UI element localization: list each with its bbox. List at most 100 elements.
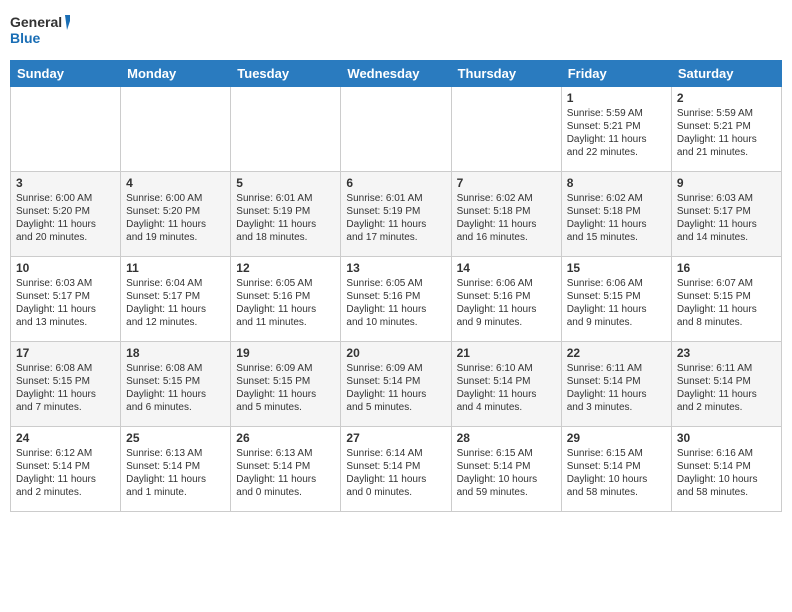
calendar-cell: 28Sunrise: 6:15 AMSunset: 5:14 PMDayligh… xyxy=(451,427,561,512)
day-number: 29 xyxy=(567,431,666,445)
day-info: Daylight: 10 hours and 58 minutes. xyxy=(567,473,666,499)
day-number: 12 xyxy=(236,261,335,275)
day-number: 24 xyxy=(16,431,115,445)
calendar-cell: 24Sunrise: 6:12 AMSunset: 5:14 PMDayligh… xyxy=(11,427,121,512)
calendar-week-row: 17 Sunrise: 6:08 AM Sunset: 5:15 PM Dayligh… xyxy=(11,342,782,427)
calendar-header-row: SundayMondayTuesdayWednesdayThursdayFrid… xyxy=(11,61,782,87)
day-number: 27 xyxy=(346,431,445,445)
day-info: Daylight: 11 hours and 20 minutes. xyxy=(16,218,115,244)
day-info: Sunset: 5:18 PM xyxy=(567,205,666,218)
day-info: Daylight: 11 hours and 2 minutes. xyxy=(677,388,776,414)
day-info: Daylight: 11 hours and 11 minutes. xyxy=(236,303,335,329)
day-info: Sunrise: 6:05 AM xyxy=(236,277,335,290)
day-info: Sunrise: 6:06 AM xyxy=(457,277,556,290)
day-info: Daylight: 11 hours and 21 minutes. xyxy=(677,133,776,159)
page-header: General Blue xyxy=(10,10,782,50)
calendar-cell: 12Sunrise: 6:05 AMSunset: 5:16 PMDayligh… xyxy=(231,257,341,342)
day-number: 1 xyxy=(567,91,666,105)
day-number: 7 xyxy=(457,176,556,190)
calendar-header-monday: Monday xyxy=(121,61,231,87)
day-info: Sunset: 5:19 PM xyxy=(236,205,335,218)
day-number: 16 xyxy=(677,261,776,275)
svg-text:General: General xyxy=(10,14,62,30)
day-info: Sunrise: 6:08 AM xyxy=(16,362,115,375)
day-info: Sunrise: 6:09 AM xyxy=(236,362,335,375)
day-info: Daylight: 11 hours and 13 minutes. xyxy=(16,303,115,329)
day-info: Sunset: 5:20 PM xyxy=(126,205,225,218)
calendar-cell: 1Sunrise: 5:59 AMSunset: 5:21 PMDaylight… xyxy=(561,87,671,172)
calendar-week-row: 1Sunrise: 5:59 AMSunset: 5:21 PMDaylight… xyxy=(11,87,782,172)
calendar-cell: 16Sunrise: 6:07 AMSunset: 5:15 PMDayligh… xyxy=(671,257,781,342)
calendar-header-friday: Friday xyxy=(561,61,671,87)
calendar-cell xyxy=(451,87,561,172)
day-number: 20 xyxy=(346,346,445,360)
day-number: 14 xyxy=(457,261,556,275)
day-number: 26 xyxy=(236,431,335,445)
calendar-cell: 5Sunrise: 6:01 AMSunset: 5:19 PMDaylight… xyxy=(231,172,341,257)
day-info: Sunset: 5:17 PM xyxy=(677,205,776,218)
day-info: Sunset: 5:14 PM xyxy=(677,375,776,388)
day-number: 13 xyxy=(346,261,445,275)
calendar-cell: 10Sunrise: 6:03 AMSunset: 5:17 PMDayligh… xyxy=(11,257,121,342)
day-info: Sunrise: 6:01 AM xyxy=(346,192,445,205)
day-info: Sunset: 5:15 PM xyxy=(677,290,776,303)
calendar-cell: 25Sunrise: 6:13 AMSunset: 5:14 PMDayligh… xyxy=(121,427,231,512)
calendar-header-thursday: Thursday xyxy=(451,61,561,87)
calendar-cell: 27Sunrise: 6:14 AMSunset: 5:14 PMDayligh… xyxy=(341,427,451,512)
calendar-cell: 9Sunrise: 6:03 AMSunset: 5:17 PMDaylight… xyxy=(671,172,781,257)
day-info: Sunset: 5:18 PM xyxy=(457,205,556,218)
day-info: Sunrise: 6:11 AM xyxy=(677,362,776,375)
calendar-cell xyxy=(11,87,121,172)
calendar-cell: 15Sunrise: 6:06 AMSunset: 5:15 PMDayligh… xyxy=(561,257,671,342)
day-info: Daylight: 11 hours and 9 minutes. xyxy=(457,303,556,329)
day-info: Sunrise: 6:01 AM xyxy=(236,192,335,205)
day-info: Sunset: 5:14 PM xyxy=(677,460,776,473)
calendar-header-sunday: Sunday xyxy=(11,61,121,87)
day-info: Sunrise: 6:03 AM xyxy=(16,277,115,290)
calendar-cell: 21Sunrise: 6:10 AMSunset: 5:14 PMDayligh… xyxy=(451,342,561,427)
calendar-cell xyxy=(121,87,231,172)
day-number: 30 xyxy=(677,431,776,445)
calendar-cell: 11Sunrise: 6:04 AMSunset: 5:17 PMDayligh… xyxy=(121,257,231,342)
calendar-week-row: 3Sunrise: 6:00 AMSunset: 5:20 PMDaylight… xyxy=(11,172,782,257)
day-number: 4 xyxy=(126,176,225,190)
calendar-cell: 22Sunrise: 6:11 AMSunset: 5:14 PMDayligh… xyxy=(561,342,671,427)
calendar-cell: 13Sunrise: 6:05 AMSunset: 5:16 PMDayligh… xyxy=(341,257,451,342)
day-info: Sunset: 5:15 PM xyxy=(236,375,335,388)
day-info: Sunrise: 6:13 AM xyxy=(236,447,335,460)
calendar-cell: 30Sunrise: 6:16 AMSunset: 5:14 PMDayligh… xyxy=(671,427,781,512)
day-number: 10 xyxy=(16,261,115,275)
day-number: 21 xyxy=(457,346,556,360)
day-info: Sunrise: 6:11 AM xyxy=(567,362,666,375)
day-info: Daylight: 11 hours and 14 minutes. xyxy=(677,218,776,244)
day-info: Sunrise: 6:05 AM xyxy=(346,277,445,290)
day-info: Daylight: 11 hours and 16 minutes. xyxy=(457,218,556,244)
day-info: Sunrise: 6:08 AM xyxy=(126,362,225,375)
day-info: Sunset: 5:20 PM xyxy=(16,205,115,218)
day-number: 22 xyxy=(567,346,666,360)
day-info: Sunrise: 6:12 AM xyxy=(16,447,115,460)
day-info: Sunrise: 6:00 AM xyxy=(16,192,115,205)
day-info: Daylight: 11 hours and 12 minutes. xyxy=(126,303,225,329)
day-info: Sunrise: 6:03 AM xyxy=(677,192,776,205)
day-number: 6 xyxy=(346,176,445,190)
day-info: Daylight: 11 hours and 22 minutes. xyxy=(567,133,666,159)
day-info: Daylight: 11 hours and 6 minutes. xyxy=(126,388,225,414)
day-info: Sunset: 5:15 PM xyxy=(567,290,666,303)
day-info: Sunrise: 6:00 AM xyxy=(126,192,225,205)
calendar-week-row: 10Sunrise: 6:03 AMSunset: 5:17 PMDayligh… xyxy=(11,257,782,342)
calendar-cell: 29Sunrise: 6:15 AMSunset: 5:14 PMDayligh… xyxy=(561,427,671,512)
calendar-cell: 3Sunrise: 6:00 AMSunset: 5:20 PMDaylight… xyxy=(11,172,121,257)
calendar-cell: 7Sunrise: 6:02 AMSunset: 5:18 PMDaylight… xyxy=(451,172,561,257)
calendar-week-row: 24 Sunrise: 6:12 AM Sunset: 5:14 PM Dayligh… xyxy=(11,427,782,512)
calendar-header-wednesday: Wednesday xyxy=(341,61,451,87)
day-info: Daylight: 10 hours and 59 minutes. xyxy=(457,473,556,499)
day-number: 17 xyxy=(16,346,115,360)
calendar-cell: 2Sunrise: 5:59 AMSunset: 5:21 PMDaylight… xyxy=(671,87,781,172)
day-info: Sunset: 5:21 PM xyxy=(567,120,666,133)
day-info: Daylight: 11 hours and 19 minutes. xyxy=(126,218,225,244)
day-info: Sunset: 5:19 PM xyxy=(346,205,445,218)
calendar-header-saturday: Saturday xyxy=(671,61,781,87)
logo: General Blue xyxy=(10,10,70,50)
day-info: Sunrise: 6:07 AM xyxy=(677,277,776,290)
